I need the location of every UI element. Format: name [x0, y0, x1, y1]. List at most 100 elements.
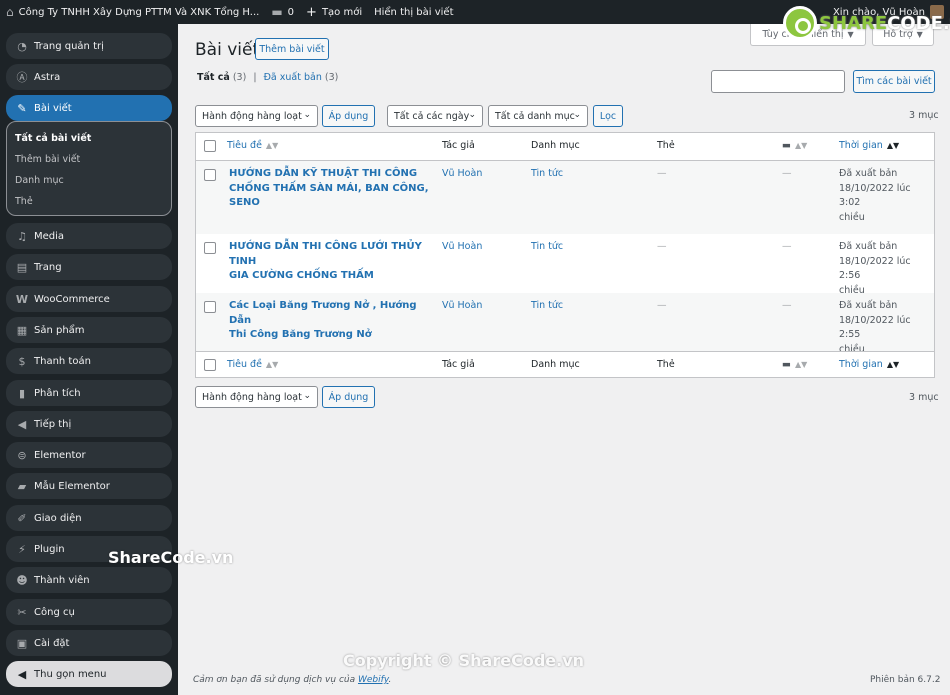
chevron-down-icon: ⌄	[468, 110, 476, 120]
select-all-checkbox[interactable]	[204, 140, 216, 152]
row-checkbox[interactable]	[204, 301, 216, 313]
search-posts-button[interactable]: Tìm các bài viết	[853, 70, 935, 93]
dashboard-icon: ◔	[17, 39, 27, 53]
sidebar-item-dashboard[interactable]: ◔ Trang quản trị	[6, 33, 172, 59]
search-input[interactable]	[711, 70, 845, 93]
row-checkbox[interactable]	[204, 169, 216, 181]
filter-button[interactable]: Lọc	[593, 105, 623, 127]
row-checkbox[interactable]	[204, 242, 216, 254]
post-title-link[interactable]: Các Loại Băng Trương Nở , Hướng Dẫn Thi …	[229, 299, 434, 343]
payments-icon: $	[18, 354, 26, 368]
site-name: Công Ty TNHH Xây Dựng PTTM Và XNK Tổng H…	[18, 6, 260, 18]
sort-icon: ▲▼	[265, 360, 279, 369]
sidebar-item-label: Elementor	[34, 449, 86, 461]
page-icon: ▤	[16, 260, 28, 274]
post-title-line: Thi Công Băng Trương Nở	[229, 329, 372, 340]
sidebar-item-posts[interactable]: ✎ Bài viết	[6, 95, 172, 121]
sidebar-item-elementor-templates[interactable]: ▰ Mẫu Elementor	[6, 473, 172, 499]
post-title-line: HƯỚNG DẪN THI CÔNG LƯỚI THỦY TINH	[229, 241, 422, 267]
plugin-icon: ⚡	[18, 542, 26, 556]
view-posts-link[interactable]: Hiển thị bài viết	[368, 0, 459, 24]
items-count-bottom: 3 mục	[909, 392, 939, 403]
sort-icon: ▲▼	[265, 141, 279, 150]
sidebar-item-label: Bài viết	[34, 102, 72, 114]
column-comments-footer[interactable]: ▬ ▲▼	[782, 358, 807, 373]
bulk-action-value: Hành động hàng loạt	[202, 391, 302, 403]
sidebar-item-products[interactable]: ▦ Sản phẩm	[6, 317, 172, 343]
column-title-header[interactable]: Tiêu đề ▲▼	[227, 139, 278, 154]
view-published-count: (3)	[324, 72, 339, 83]
collapse-menu-button[interactable]: ◀ Thu gọn menu	[6, 661, 172, 687]
footer-webify-link[interactable]: Webify	[358, 675, 388, 685]
plus-icon: +	[306, 4, 317, 20]
new-content-link[interactable]: + Tạo mới	[300, 0, 368, 24]
sidebar-item-settings[interactable]: ▣ Cài đặt	[6, 630, 172, 656]
column-title-footer[interactable]: Tiêu đề ▲▼	[227, 358, 278, 373]
post-title-link[interactable]: HƯỚNG DẪN KỸ THUẬT THI CÔNG CHỐNG THẤM S…	[229, 167, 434, 211]
sidebar-item-elementor[interactable]: ⊜ Elementor	[6, 442, 172, 468]
bulk-action-select-bottom[interactable]: Hành động hàng loạt ⌄	[195, 386, 318, 408]
sidebar-item-marketing[interactable]: ◀ Tiếp thị	[6, 411, 172, 437]
sidebar-item-analytics[interactable]: ▮ Phân tích	[6, 380, 172, 406]
sidebar-item-label: Plugin	[34, 543, 65, 555]
select-all-checkbox[interactable]	[204, 359, 216, 371]
submenu-categories[interactable]: Danh mục	[7, 170, 171, 191]
sidebar-item-astra[interactable]: Ⓐ Astra	[6, 64, 172, 90]
add-new-post-button[interactable]: Thêm bài viết	[255, 38, 329, 60]
sidebar-item-payments[interactable]: $ Thanh toán	[6, 348, 172, 374]
column-comments-header[interactable]: ▬ ▲▼	[782, 139, 807, 154]
sidebar-watermark: ShareCode.vn	[108, 548, 234, 567]
post-author-link[interactable]: Vũ Hoàn	[442, 167, 482, 182]
submenu-all-posts[interactable]: Tất cả bài viết	[7, 128, 171, 149]
category-filter-select[interactable]: Tất cả danh mục ⌄	[488, 105, 588, 127]
site-name-link[interactable]: ⌂ Công Ty TNHH Xây Dựng PTTM Và XNK Tổng…	[0, 0, 265, 24]
post-category-link[interactable]: Tin tức	[531, 167, 563, 182]
submenu-tags[interactable]: Thẻ	[7, 191, 171, 212]
logo-suffix: CODE.vn	[887, 12, 950, 34]
post-date-line: 18/10/2022 lúc 3:02	[839, 182, 911, 209]
column-date-header[interactable]: Thời gian ▲▼	[839, 139, 899, 154]
view-published-link[interactable]: Đã xuất bản	[264, 72, 322, 83]
sidebar-item-label: Thành viên	[34, 574, 90, 586]
bulk-action-select[interactable]: Hành động hàng loạt ⌄	[195, 105, 318, 127]
column-date-footer[interactable]: Thời gian ▲▼	[839, 358, 899, 373]
sort-icon: ▲▼	[794, 141, 808, 150]
post-title-line: Các Loại Băng Trương Nở , Hướng Dẫn	[229, 300, 417, 326]
column-tags-header: Thẻ	[657, 140, 675, 151]
post-author-link[interactable]: Vũ Hoàn	[442, 240, 482, 255]
date-filter-select[interactable]: Tất cả các ngày ⌄	[387, 105, 483, 127]
sidebar-item-label: Cài đặt	[34, 637, 70, 649]
comment-bubble-icon: ▬	[782, 359, 791, 370]
sidebar-item-tools[interactable]: ✂ Công cụ	[6, 599, 172, 625]
megaphone-icon: ◀	[17, 417, 27, 431]
products-icon: ▦	[16, 323, 28, 337]
column-author-header: Tác giả	[442, 140, 475, 151]
brush-icon: ✐	[17, 511, 27, 525]
chevron-down-icon: ⌄	[573, 110, 581, 120]
table-header-row: Tiêu đề ▲▼ Tác giả Danh mục Thẻ ▬ ▲▼ Thời …	[196, 133, 934, 160]
view-all-link[interactable]: Tất cả	[197, 72, 230, 83]
post-comments: —	[782, 300, 792, 311]
post-title-link[interactable]: HƯỚNG DẪN THI CÔNG LƯỚI THỦY TINH GIA CƯ…	[229, 240, 434, 284]
post-category-link[interactable]: Tin tức	[531, 299, 563, 314]
apply-bulk-action-button[interactable]: Áp dụng	[322, 105, 375, 127]
sidebar-item-pages[interactable]: ▤ Trang	[6, 254, 172, 280]
sidebar-item-users[interactable]: ☻ Thành viên	[6, 567, 172, 593]
post-status: Đã xuất bản	[839, 168, 898, 179]
post-date-line: 18/10/2022 lúc 2:55	[839, 314, 911, 341]
sidebar-item-label: Công cụ	[34, 606, 75, 618]
comments-link[interactable]: ▬ 0	[265, 0, 300, 24]
sidebar-item-appearance[interactable]: ✐ Giao diện	[6, 505, 172, 531]
sidebar-item-woocommerce[interactable]: W WooCommerce	[6, 286, 172, 312]
footer-thanks: Cảm ơn bạn đã sử dụng dịch vụ của	[193, 675, 356, 685]
post-date: Đã xuất bản 18/10/2022 lúc 2:56 chiều	[839, 240, 934, 298]
submenu-add-post[interactable]: Thêm bài viết	[7, 149, 171, 170]
post-author-link[interactable]: Vũ Hoàn	[442, 299, 482, 314]
post-date: Đã xuất bản 18/10/2022 lúc 2:55 chiều	[839, 299, 934, 357]
post-category-link[interactable]: Tin tức	[531, 240, 563, 255]
new-label: Tạo mới	[321, 6, 363, 18]
folder-icon: ▰	[17, 479, 27, 493]
sidebar-item-media[interactable]: ♫ Media	[6, 223, 172, 249]
apply-bulk-action-button-bottom[interactable]: Áp dụng	[322, 386, 375, 408]
column-title-label: Tiêu đề	[227, 359, 262, 370]
